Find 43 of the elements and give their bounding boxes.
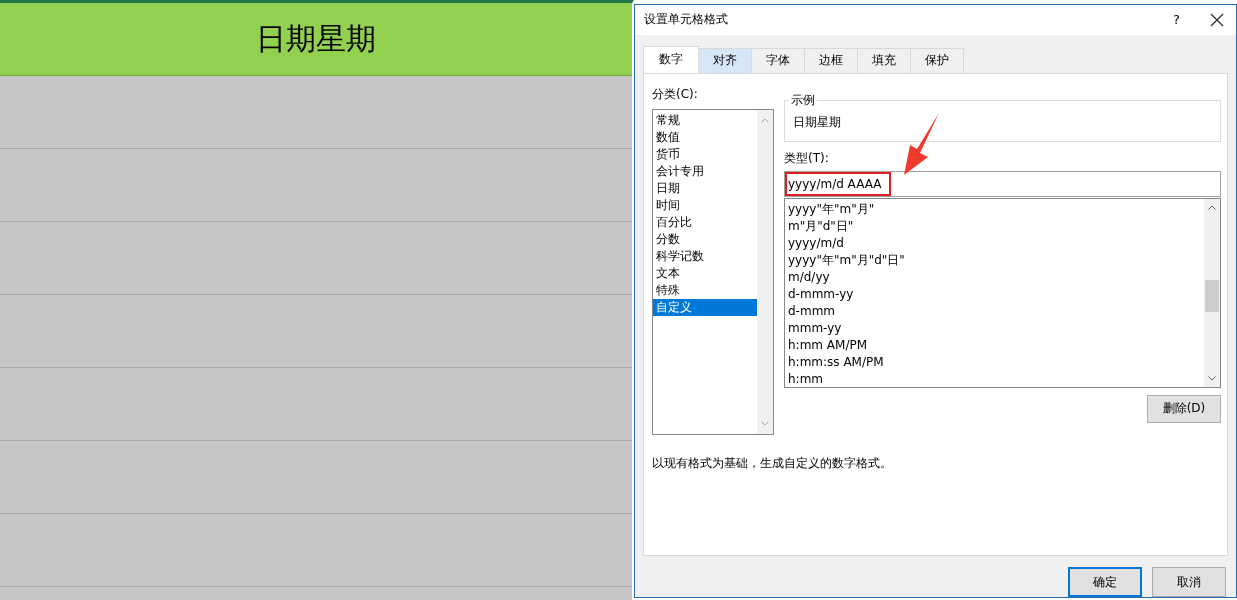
category-item[interactable]: 数值 xyxy=(653,128,757,146)
cancel-button[interactable]: 取消 xyxy=(1152,567,1226,597)
scrollbar[interactable] xyxy=(1204,198,1220,387)
category-item[interactable]: 时间 xyxy=(653,196,757,214)
sample-label: 示例 xyxy=(789,91,817,109)
format-item[interactable]: h:mm AM/PM xyxy=(785,336,1204,354)
window-title: 设置单元格格式 xyxy=(644,11,729,29)
tab[interactable]: 对齐 xyxy=(698,47,752,73)
format-item[interactable]: yyyy"年"m"月"d"日" xyxy=(785,251,1204,269)
scroll-down-icon[interactable] xyxy=(1208,375,1216,381)
tab[interactable]: 数字 xyxy=(643,45,699,73)
format-item[interactable]: yyyy/m/d xyxy=(785,234,1204,252)
format-item[interactable]: h:mm:ss AM/PM xyxy=(785,353,1204,371)
help-button[interactable]: ? xyxy=(1173,12,1180,28)
category-item[interactable]: 分数 xyxy=(653,230,757,248)
category-item[interactable]: 文本 xyxy=(653,264,757,282)
category-item[interactable]: 日期 xyxy=(653,179,757,197)
category-item[interactable]: 会计专用 xyxy=(653,162,757,180)
type-input-field[interactable]: yyyy/m/d AAAA xyxy=(784,170,1221,197)
scroll-up-icon[interactable] xyxy=(1208,204,1216,210)
delete-button[interactable]: 删除(D) xyxy=(1147,394,1221,423)
category-item[interactable]: 自定义 xyxy=(653,298,757,316)
category-item[interactable]: 常规 xyxy=(653,111,757,129)
scroll-thumb[interactable] xyxy=(1205,279,1219,312)
sample-value: 日期星期 xyxy=(793,114,841,132)
category-item[interactable]: 科学记数 xyxy=(653,247,757,265)
format-item[interactable]: m/d/yy xyxy=(785,268,1204,286)
close-icon[interactable] xyxy=(1210,12,1224,27)
format-item[interactable]: m"月"d"日" xyxy=(785,217,1204,235)
header-cell: 日期星期 xyxy=(0,3,632,76)
format-item[interactable]: d-mmm-yy xyxy=(785,285,1204,303)
format-item[interactable]: yyyy"年"m"月" xyxy=(785,200,1204,218)
format-item[interactable]: h:mm xyxy=(785,370,1204,388)
description-text: 以现有格式为基础，生成自定义的数字格式。 xyxy=(652,454,893,472)
category-label: 分类(C): xyxy=(652,85,699,103)
type-label: 类型(T): xyxy=(784,149,830,167)
category-item[interactable]: 百分比 xyxy=(653,213,757,231)
format-item[interactable]: mmm-yy xyxy=(785,319,1204,337)
tab[interactable]: 保护 xyxy=(910,47,964,73)
category-item[interactable]: 特殊 xyxy=(653,281,757,299)
format-item[interactable]: d-mmm xyxy=(785,302,1204,320)
category-item[interactable]: 货币 xyxy=(653,145,757,163)
ok-button[interactable]: 确定 xyxy=(1068,567,1142,597)
